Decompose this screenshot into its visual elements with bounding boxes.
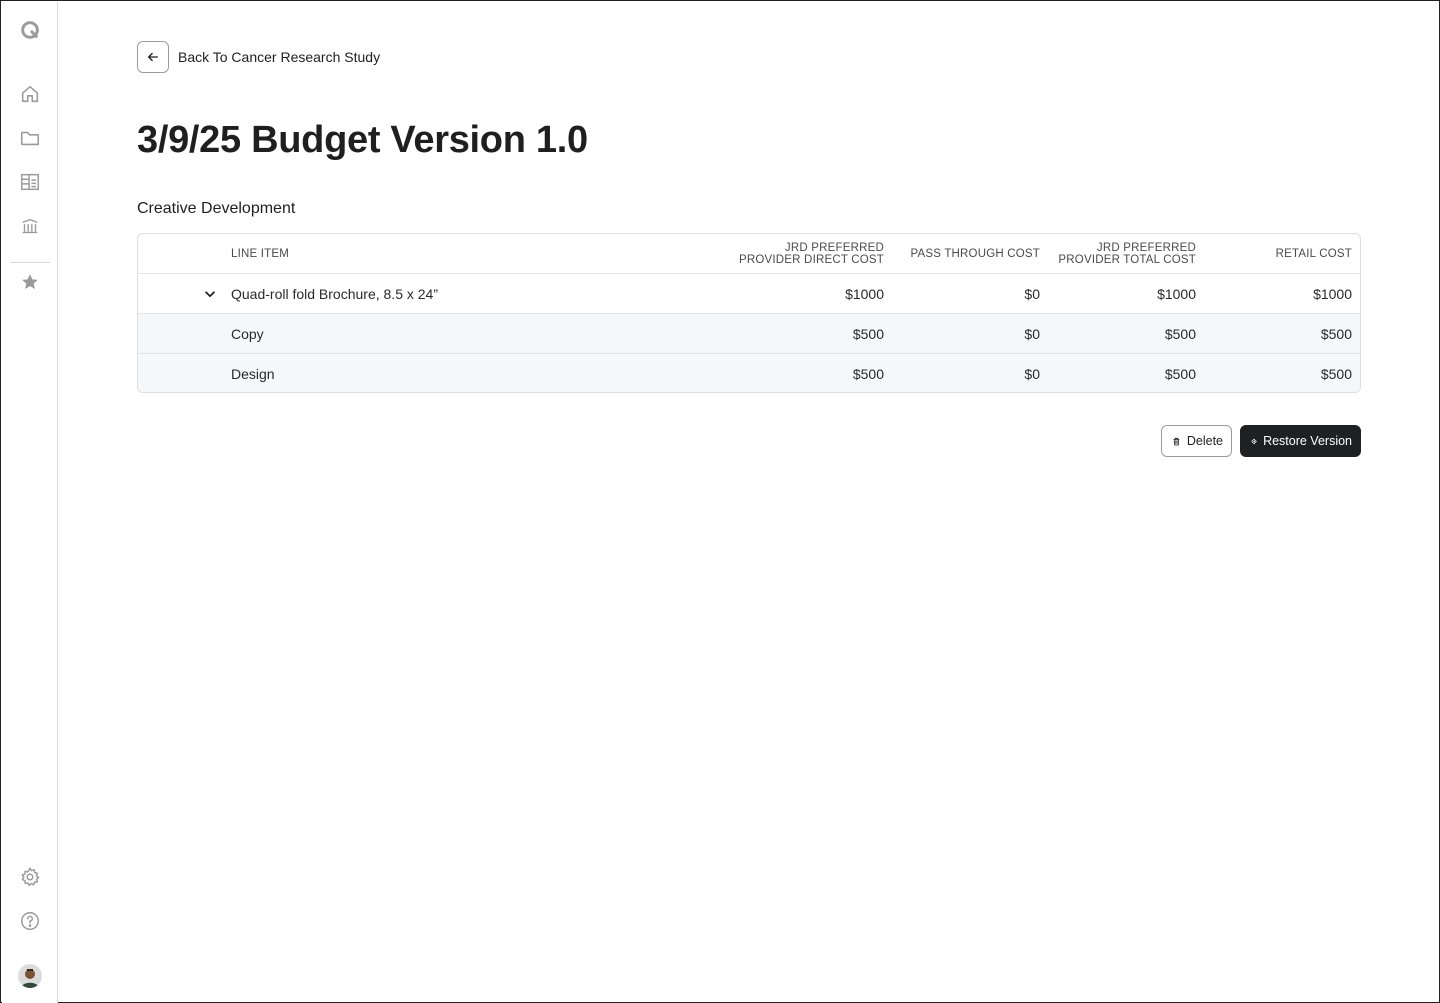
restore-icon [1251, 438, 1257, 444]
line-item-name: Copy [231, 326, 264, 342]
header-total-line2: PROVIDER TOTAL COST [1058, 254, 1196, 266]
arrow-left-icon [147, 52, 159, 62]
sidebar-divider [10, 262, 50, 263]
line-item-name: Design [231, 366, 275, 382]
retail-cost: $500 [1320, 326, 1352, 342]
delete-button[interactable]: Delete [1161, 425, 1232, 457]
header-total-line1: JRD PREFERRED [1096, 242, 1196, 254]
folder-icon[interactable] [18, 126, 42, 150]
total-cost: $500 [1164, 366, 1196, 382]
header-retail-cost: RETAIL COST [1275, 248, 1352, 260]
restore-version-button[interactable]: Restore Version [1240, 425, 1361, 457]
chevron-down-icon[interactable] [200, 274, 220, 314]
header-direct-line2: PROVIDER DIRECT COST [739, 254, 884, 266]
delete-label: Delete [1186, 434, 1223, 448]
back-label[interactable]: Back To Cancer Research Study [178, 49, 380, 65]
line-item-name: Quad-roll fold Brochure, 8.5 x 24” [231, 286, 438, 302]
budget-table: LINE ITEM JRD PREFERRED PROVIDER DIRECT … [137, 233, 1361, 393]
header-pass-through: PASS THROUGH COST [910, 248, 1040, 260]
sidebar [2, 2, 58, 1003]
retail-cost: $1000 [1313, 286, 1352, 302]
bank-icon[interactable] [18, 214, 42, 238]
total-cost: $1000 [1157, 286, 1196, 302]
retail-cost: $500 [1320, 366, 1352, 382]
logo-icon[interactable] [18, 18, 42, 42]
avatar[interactable] [18, 964, 42, 988]
restore-label: Restore Version [1263, 434, 1352, 448]
table-row[interactable]: Design $500 $0 $500 $500 [138, 354, 1360, 392]
section-title: Creative Development [137, 200, 296, 217]
header-direct-cost: JRD PREFERRED PROVIDER DIRECT COST [698, 234, 884, 274]
direct-cost: $1000 [845, 286, 884, 302]
app-frame: Back To Cancer Research Study 3/9/25 Bud… [0, 0, 1440, 1003]
gear-icon[interactable] [18, 865, 42, 889]
direct-cost: $500 [852, 326, 884, 342]
table-row[interactable]: Quad-roll fold Brochure, 8.5 x 24” $1000… [138, 274, 1360, 314]
help-icon[interactable] [18, 909, 42, 933]
header-total-cost: JRD PREFERRED PROVIDER TOTAL COST [1054, 234, 1196, 274]
header-direct-line1: JRD PREFERRED [784, 242, 884, 254]
header-line-item: LINE ITEM [231, 248, 290, 260]
table-header-row: LINE ITEM JRD PREFERRED PROVIDER DIRECT … [138, 234, 1360, 274]
pass-through-cost: $0 [1024, 326, 1040, 342]
back-link[interactable]: Back To Cancer Research Study [137, 41, 380, 73]
page-title: 3/9/25 Budget Version 1.0 [137, 119, 588, 161]
direct-cost: $500 [852, 366, 884, 382]
star-icon[interactable] [18, 270, 42, 294]
pass-through-cost: $0 [1024, 286, 1040, 302]
home-icon[interactable] [18, 82, 42, 106]
back-button[interactable] [137, 41, 169, 73]
table-row[interactable]: Copy $500 $0 $500 $500 [138, 314, 1360, 354]
total-cost: $500 [1164, 326, 1196, 342]
table-icon[interactable] [18, 170, 42, 194]
trash-icon [1173, 437, 1180, 445]
pass-through-cost: $0 [1024, 366, 1040, 382]
action-bar: Delete Restore Version [1161, 425, 1361, 457]
